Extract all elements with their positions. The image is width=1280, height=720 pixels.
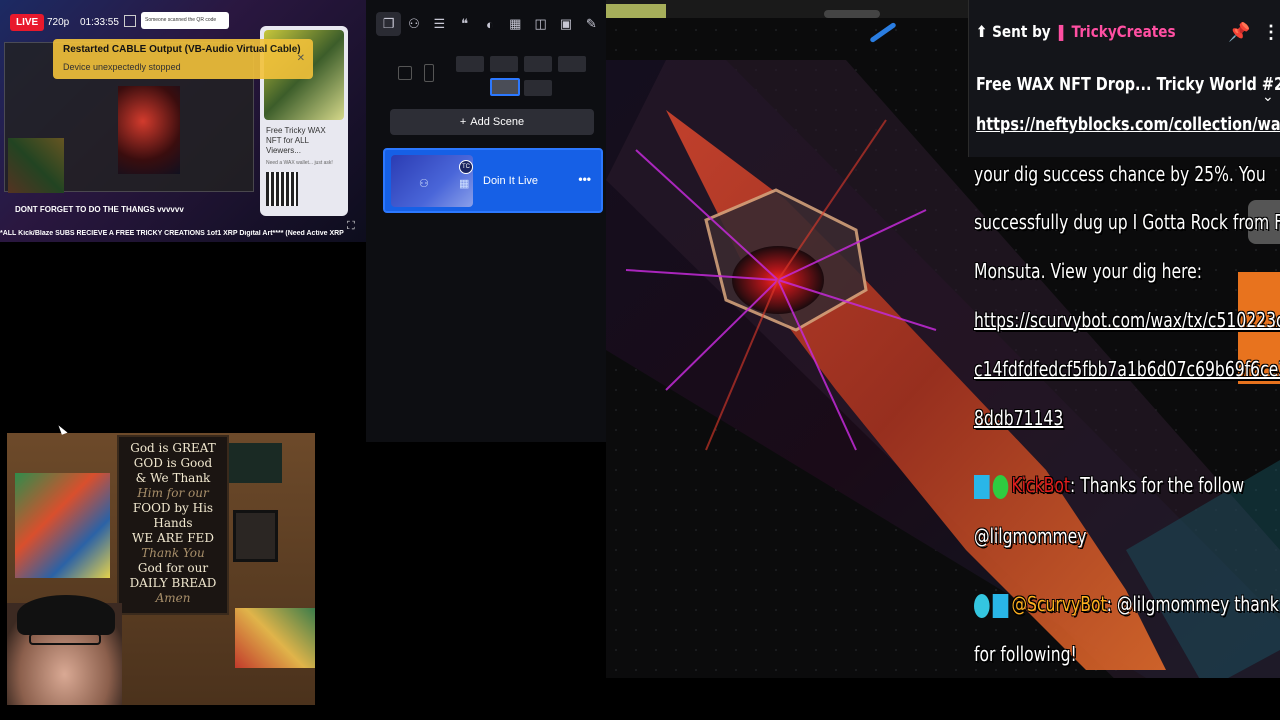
person-icon: ⚇ [419, 178, 429, 190]
sign-line: Amen [155, 591, 191, 605]
audio-device-toast[interactable]: Restarted CABLE Output (VB-Audio Virtual… [53, 39, 313, 79]
webcam-feed: God is GREAT GOD is Good & We Thank Him … [7, 433, 315, 705]
chat-text: : Thanks for the follow [1069, 473, 1245, 497]
comments-icon[interactable]: ☰ [427, 12, 452, 36]
wall-poster [15, 473, 110, 578]
chat-link[interactable]: c14fdfdfedcf5fbb7a1b6d07c69b69f6ce249a39… [974, 357, 1280, 381]
sign-line: DAILY BREAD [129, 576, 217, 590]
fullscreen-icon[interactable]: ⛶ [347, 220, 359, 232]
landscape-icon[interactable] [398, 66, 412, 80]
scene-name: Doin It Live [483, 175, 539, 187]
bot-badge-icon [974, 593, 990, 618]
chat-link[interactable]: https://scurvybot.com/wax/tx/c510223cd93… [974, 308, 1280, 332]
quote-icon[interactable]: ❝ [452, 12, 477, 36]
media-icon[interactable]: ▣ [553, 12, 578, 36]
qr-notification: Someone scanned the QR code [141, 12, 229, 29]
close-icon[interactable]: ✕ [297, 53, 305, 64]
scene-card[interactable]: ⚇ ▦ TC Doin It Live ••• [383, 148, 603, 213]
sign-line: Hands [153, 516, 193, 530]
preview-artwork [118, 86, 180, 174]
overlay-callout: DONT FORGET TO DO THE THANGS vvvvvv [15, 205, 184, 214]
sign-line: Thank You [141, 546, 205, 560]
layout-option[interactable] [524, 80, 552, 96]
guests-icon[interactable]: ⚇ [401, 12, 426, 36]
preview-sticker-wall [8, 138, 64, 193]
qr-icon [124, 15, 136, 27]
app-root: LIVE 720p 01:33:55 Someone scanned the Q… [0, 0, 1280, 720]
badge-icon: ❚ [1055, 22, 1072, 41]
scene-panel: ❐ ⚇ ☰ ❝ ◐ ▦ ◫ ▣ ✎ + Add Scene ⚇ ▦ TC Doi… [366, 0, 606, 442]
notes-icon[interactable]: ✎ [579, 12, 604, 36]
nft-subtitle: Need a WAX wallet... just ask! [266, 160, 333, 166]
sign-line: & We Thank [135, 471, 211, 485]
apps-icon[interactable]: ▦ [503, 12, 528, 36]
toast-subtitle: Device unexpectedly stopped [63, 62, 181, 72]
portrait-icon[interactable] [424, 64, 434, 82]
chat-text: : @lilgmommey thank you [1106, 592, 1280, 616]
sign-line: God for our [137, 561, 209, 575]
qr-code-icon [266, 172, 298, 206]
panel-toolbar: ❐ ⚇ ☰ ❝ ◐ ▦ ◫ ▣ ✎ [376, 12, 604, 36]
live-badge: LIVE [10, 14, 45, 31]
layout-option-selected[interactable] [490, 78, 520, 96]
pin-small-icon: ⬆ [976, 22, 993, 41]
chat-text: @lilgmommey [974, 524, 1087, 548]
wall-sign: God is GREAT GOD is Good & We Thank Him … [117, 435, 229, 615]
wall-poster [235, 608, 315, 668]
sign-line: WE ARE FED [132, 531, 214, 545]
streamer-cap [17, 595, 115, 635]
chevron-down-icon[interactable]: ⌄ [1262, 88, 1274, 105]
chat-message-scurvybot: @ScurvyBot: @lilgmommey thank you [974, 592, 1280, 618]
more-icon[interactable]: ••• [578, 172, 591, 186]
chat-text: successfully dug up I Gotta Rock from Fa… [974, 210, 1280, 234]
chat-text: your dig success chance by 25%. You [974, 162, 1266, 186]
palette-icon[interactable]: ◐ [477, 12, 502, 36]
layout-option[interactable] [558, 56, 586, 72]
nft-title: Free Tricky WAX NFT for ALL Viewers... [266, 126, 326, 155]
scene-badge: TC [459, 160, 473, 174]
sign-line: GOD is Good [133, 456, 213, 470]
ticker-text: *ALL Kick/Blaze SUBS RECIEVE A FREE TRIC… [0, 230, 344, 237]
add-scene-button[interactable]: + Add Scene [390, 109, 594, 135]
pin-icon[interactable]: 📌 [1228, 22, 1250, 43]
chat-username[interactable]: @ScurvyBot [1011, 592, 1106, 616]
plus-icon: + [459, 116, 467, 128]
scene-thumbnail: ⚇ ▦ TC [391, 155, 473, 207]
pinned-message-link[interactable]: https://neftyblocks.com/collection/waxsn… [976, 114, 1280, 135]
stream-preview[interactable]: LIVE 720p 01:33:55 Someone scanned the Q… [0, 0, 366, 242]
wall-frame [233, 510, 278, 562]
sign-line: God is GREAT [130, 441, 216, 455]
stream-timer: 01:33:55 [80, 17, 119, 28]
verified-badge-icon [992, 474, 1009, 499]
pinned-message-text: Free WAX NFT Drop... Tricky World #2 [976, 74, 1280, 95]
chat-username[interactable]: KickBot [1011, 473, 1070, 497]
chat-text: for following! [974, 642, 1077, 666]
mod-badge-icon [992, 593, 1009, 618]
sender-name: TrickyCreates [1071, 22, 1176, 41]
resolution-label: 720p [47, 17, 70, 28]
chat-text: Monsuta. View your dig here: [974, 259, 1203, 283]
chat-icon[interactable]: ◫ [528, 12, 553, 36]
sent-by-label: Sent by [992, 22, 1051, 41]
layout-option[interactable] [524, 56, 552, 72]
layout-option[interactable] [456, 56, 484, 72]
more-vertical-icon[interactable]: ⋮ [1262, 22, 1280, 43]
chat-message-kickbot: KickBot: Thanks for the follow [974, 473, 1244, 499]
scenes-icon[interactable]: ❐ [376, 12, 402, 36]
wall-poster [227, 443, 282, 483]
bot-badge-icon [974, 474, 990, 499]
sign-line: Him for our [137, 486, 209, 500]
pinned-sender: ⬆ Sent by ❚ TrickyCreates [976, 22, 1176, 41]
toast-title: Restarted CABLE Output (VB-Audio Virtual… [63, 44, 301, 55]
layout-option[interactable] [490, 56, 518, 72]
sign-line: FOOD by His [132, 501, 214, 515]
chat-link[interactable]: 8ddb71143 [974, 406, 1063, 430]
qr-icon: ▦ [459, 178, 470, 190]
add-scene-label: Add Scene [470, 116, 525, 128]
layout-selector [390, 52, 600, 96]
streamer-glasses [29, 633, 101, 645]
